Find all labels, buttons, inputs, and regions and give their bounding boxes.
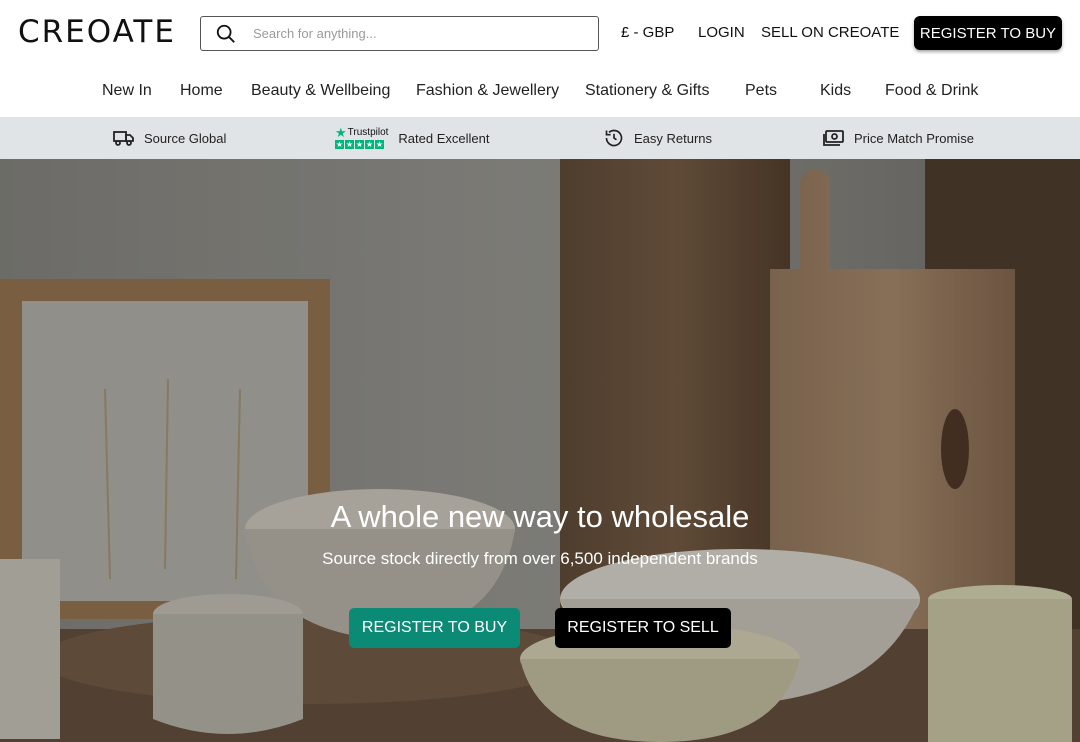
hero-register-to-sell-button[interactable]: REGISTER TO SELL [555, 608, 731, 648]
nav-item-stationery-gifts[interactable]: Stationery & Gifts [585, 82, 710, 100]
search-icon[interactable] [215, 23, 237, 45]
benefit-label: Rated Excellent [398, 130, 490, 146]
nav-item-beauty-wellbeing[interactable]: Beauty & Wellbeing [251, 82, 390, 100]
nav-item-kids[interactable]: Kids [820, 82, 851, 100]
benefit-easy-returns: Easy Returns [604, 117, 712, 159]
benefit-price-match: Price Match Promise [823, 117, 974, 159]
nav-item-pets[interactable]: Pets [745, 82, 777, 100]
hero-background-image [0, 159, 1080, 742]
login-link[interactable]: LOGIN [698, 24, 745, 41]
star-icon: ★ [335, 125, 347, 140]
hero-register-to-buy-button[interactable]: REGISTER TO BUY [349, 608, 520, 648]
hero-banner: A whole new way to wholesale Source stoc… [0, 159, 1080, 742]
money-icon [823, 129, 844, 146]
benefit-label: Easy Returns [634, 130, 713, 146]
benefit-trustpilot: ★ Trustpilot ★ ★ ★ ★ ★ Rated Excellent [335, 117, 489, 159]
top-header: CREOATE £ - GBP LOGIN SELL ON CREOATE RE… [0, 0, 1080, 66]
nav-item-food-drink[interactable]: Food & Drink [885, 82, 978, 100]
trustpilot-logo: ★ Trustpilot ★ ★ ★ ★ ★ [335, 125, 389, 149]
hero-title: A whole new way to wholesale [330, 499, 750, 534]
category-nav: New In Home Beauty & Wellbeing Fashion &… [0, 82, 1080, 104]
nav-item-home[interactable]: Home [180, 82, 223, 100]
nav-item-fashion-jewellery[interactable]: Fashion & Jewellery [416, 82, 559, 100]
sell-on-creoate-link[interactable]: SELL ON CREOATE [761, 24, 899, 41]
benefit-label: Price Match Promise [854, 130, 974, 146]
register-to-buy-button[interactable]: REGISTER TO BUY [914, 16, 1062, 50]
benefit-source-global: Source Global [113, 117, 226, 159]
benefits-strip: Source Global ★ Trustpilot ★ ★ ★ ★ ★ Rated Ex… [0, 117, 1080, 159]
benefit-label: Source Global [144, 130, 227, 146]
currency-selector[interactable]: £ - GBP [621, 24, 674, 41]
history-icon [605, 129, 623, 147]
nav-item-new-in[interactable]: New In [102, 82, 152, 100]
search-bar[interactable] [200, 16, 599, 51]
truck-icon [113, 131, 134, 146]
creoate-logo[interactable]: CREOATE [18, 14, 176, 50]
search-input[interactable] [253, 26, 573, 41]
trustpilot-brand: Trustpilot [347, 127, 389, 138]
hero-subtitle: Source stock directly from over 6,500 in… [322, 549, 758, 568]
trustpilot-stars: ★ ★ ★ ★ ★ [335, 140, 384, 149]
